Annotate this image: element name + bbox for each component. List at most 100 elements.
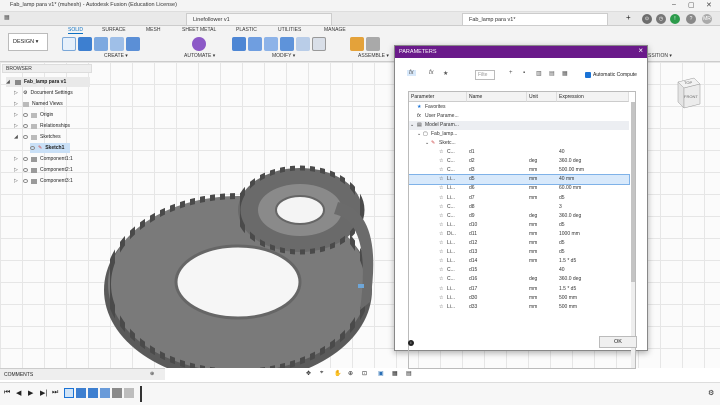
hole-icon[interactable]: [110, 37, 124, 51]
column-unit[interactable]: Unit: [527, 92, 557, 102]
tree-favorites[interactable]: ★ Favorites: [409, 103, 629, 112]
tab-sheet-metal[interactable]: SHEET METAL: [182, 27, 216, 33]
pattern-feature-icon[interactable]: [100, 388, 110, 398]
minimize-icon[interactable]: –: [672, 1, 676, 8]
browser-item-component3[interactable]: ▷ Component3:1: [14, 176, 73, 186]
delete-icon[interactable]: ▥: [536, 70, 542, 77]
position-menu[interactable]: SSITION ▾: [648, 53, 672, 59]
function-icon[interactable]: fx: [407, 70, 416, 76]
expand-icon[interactable]: ▷: [14, 156, 20, 162]
tab-linefollower[interactable]: Linefollower v1: [186, 13, 332, 25]
tree-sketch[interactable]: ⌄ ✎ Sketc...: [409, 139, 629, 148]
collapse-icon[interactable]: ⌄: [417, 131, 421, 137]
table-row[interactable]: ☆ Li... d6 mm 60.00 mm: [409, 184, 629, 193]
new-tab-icon[interactable]: +: [626, 13, 631, 22]
box-icon[interactable]: [126, 37, 140, 51]
collapse-icon[interactable]: ◢: [14, 134, 20, 140]
table-row[interactable]: ☆ C... d2 deg 360.0 deg: [409, 157, 629, 166]
browser-item-sketch1[interactable]: ✎ Sketch1: [30, 143, 70, 153]
joint-feature-icon[interactable]: [124, 388, 134, 398]
browser-item-relationships[interactable]: ▷ Relationships: [14, 121, 70, 131]
export-icon[interactable]: ▦: [562, 70, 568, 77]
table-row[interactable]: ☆ Li... d5 mm 40 mm: [409, 174, 630, 186]
info-icon[interactable]: i: [408, 340, 414, 346]
extrude-feature-icon[interactable]: [76, 388, 86, 398]
automate-icon[interactable]: [192, 37, 206, 51]
viewcube[interactable]: TOP FRONT: [672, 70, 702, 110]
column-name[interactable]: Name: [467, 92, 527, 102]
sketch-feature-icon[interactable]: [64, 388, 74, 398]
tab-utilities[interactable]: UTILITIES: [278, 27, 301, 33]
expand-icon[interactable]: ▷: [14, 178, 20, 184]
expand-icon[interactable]: ▷: [14, 112, 20, 118]
help-icon[interactable]: ?: [686, 14, 696, 24]
extensions-icon[interactable]: ⊙: [642, 14, 652, 24]
expand-icon[interactable]: ▷: [14, 90, 20, 96]
dialog-close-icon[interactable]: ×: [638, 46, 643, 55]
import-icon[interactable]: ▤: [549, 70, 555, 77]
modify-menu[interactable]: MODIFY ▾: [272, 53, 295, 59]
workspace-switcher[interactable]: DESIGN ▾: [8, 33, 48, 51]
grid-menu-icon[interactable]: ▦: [4, 14, 10, 21]
browser-item-component2[interactable]: ▷ Component2:1: [14, 165, 73, 175]
collapse-icon[interactable]: ⌄: [410, 122, 414, 128]
table-row[interactable]: ☆ C... d15 40: [409, 266, 629, 275]
collapse-icon[interactable]: ⌄: [425, 140, 429, 146]
collapse-icon[interactable]: ◢: [6, 79, 12, 85]
tab-manage[interactable]: MANAGE: [324, 27, 346, 33]
table-row[interactable]: ☆ Li... d10 mm d5: [409, 221, 629, 230]
browser-item-origin[interactable]: ▷ Origin: [14, 110, 53, 120]
step-forward-icon[interactable]: ▶|: [40, 389, 47, 397]
timeline-marker[interactable]: [140, 386, 142, 402]
add-component-icon[interactable]: ▪: [523, 70, 525, 76]
browser-item-component1[interactable]: ▷ Component1:1: [14, 154, 73, 164]
pan-icon[interactable]: ✋: [334, 370, 341, 377]
grid-settings-icon[interactable]: ▦: [392, 370, 398, 377]
browser-item-document-settings[interactable]: ▷ ⚙ Document Settings: [14, 88, 73, 98]
viewcube-front[interactable]: FRONT: [684, 94, 698, 99]
column-parameter[interactable]: Parameter: [409, 92, 467, 102]
table-row[interactable]: ☆ Li... d33 mm 500 mm: [409, 303, 629, 312]
create-menu[interactable]: CREATE ▾: [104, 53, 128, 59]
expand-icon[interactable]: ▷: [14, 167, 20, 173]
filter-input[interactable]: Filte: [475, 70, 495, 80]
combine-icon[interactable]: [296, 37, 310, 51]
expand-icon[interactable]: ▷: [14, 123, 20, 129]
viewports-icon[interactable]: ▤: [406, 370, 412, 377]
move-icon[interactable]: [312, 37, 326, 51]
step-back-icon[interactable]: ◀: [16, 389, 21, 397]
job-status-icon[interactable]: ◷: [656, 14, 666, 24]
ok-button[interactable]: OK: [599, 336, 637, 348]
table-row[interactable]: ☆ Li... d12 mm d5: [409, 239, 629, 248]
table-row[interactable]: ☆ C... d1 40: [409, 148, 629, 157]
table-scrollbar[interactable]: [631, 102, 635, 368]
press-pull-icon[interactable]: [232, 37, 246, 51]
eye-icon[interactable]: [23, 113, 28, 117]
automate-menu[interactable]: AUTOMATE ▾: [184, 53, 215, 59]
rewind-icon[interactable]: ⏮: [4, 389, 10, 397]
favorite-icon[interactable]: ★: [443, 70, 448, 77]
tree-user-parameters[interactable]: fx User Parame...: [409, 112, 629, 121]
display-settings-icon[interactable]: ▣: [378, 370, 384, 377]
tab-mesh[interactable]: MESH: [146, 27, 160, 33]
orbit-icon[interactable]: ✥: [306, 370, 311, 377]
fillet-icon[interactable]: [248, 37, 262, 51]
tab-fab-lamp[interactable]: Fab_lamp para v1*: [462, 13, 608, 25]
eye-icon[interactable]: [23, 179, 28, 183]
browser-header[interactable]: BROWSER: [2, 64, 92, 73]
table-row[interactable]: ☆ C... d16 deg 360.0 deg: [409, 275, 629, 284]
add-parameter-icon[interactable]: +: [509, 70, 513, 76]
tab-surface[interactable]: SURFACE: [102, 27, 126, 33]
look-at-icon[interactable]: ⌖: [320, 370, 323, 377]
table-row[interactable]: ☆ C... d9 deg 360.0 deg: [409, 212, 629, 221]
eye-icon[interactable]: [30, 146, 35, 150]
table-row[interactable]: ☆ Li... d14 mm 1.5 * d5: [409, 257, 629, 266]
table-row[interactable]: ☆ Li... d13 mm d5: [409, 248, 629, 257]
fast-forward-icon[interactable]: ⏭: [52, 389, 58, 397]
comments-panel[interactable]: COMMENTS ⊕: [0, 368, 165, 380]
browser-item-named-views[interactable]: ▷ Named Views: [14, 99, 63, 109]
dialog-title-bar[interactable]: PARAMETERS: [395, 46, 647, 58]
play-icon[interactable]: ▶: [28, 389, 33, 397]
eye-icon[interactable]: [23, 124, 28, 128]
tree-model-parameters[interactable]: ⌄ ▤ Model Param...: [409, 121, 629, 130]
